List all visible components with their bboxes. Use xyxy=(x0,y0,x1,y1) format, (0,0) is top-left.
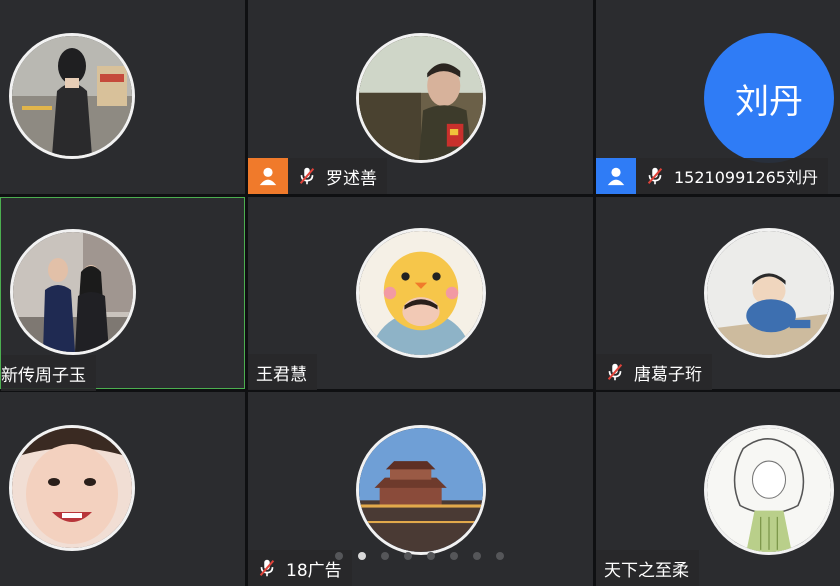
mic-muted-icon xyxy=(644,165,666,187)
participant-avatar-illustration xyxy=(704,228,834,358)
participant-name-label: 新传周子玉 xyxy=(1,355,96,391)
page-dot-7[interactable] xyxy=(473,552,481,560)
participant-text-avatar: 刘丹 xyxy=(704,33,834,163)
participant-avatar-cartoon xyxy=(356,228,486,358)
participant-name: 15210991265刘丹 xyxy=(674,168,818,187)
photo-girl-walking-icon xyxy=(12,36,132,156)
participant-tile-3[interactable]: 刘丹 15210991265刘丹 xyxy=(596,0,840,194)
participant-avatar-photo xyxy=(10,229,136,355)
participant-name-label: 天下之至柔 xyxy=(596,550,699,586)
participant-avatar-photo xyxy=(9,33,135,159)
mic-muted-icon xyxy=(256,557,278,579)
page-dot-1[interactable] xyxy=(335,552,343,560)
photo-city-gate-night-icon xyxy=(359,428,483,552)
video-grid: 罗述善 刘丹 15210991265刘丹 新传周子玉 王君慧 唐葛子珩 18广告… xyxy=(0,0,840,586)
participant-namebar: 天下之至柔 xyxy=(596,550,699,586)
mic-muted-icon xyxy=(296,165,318,187)
photo-graduation-couple-icon xyxy=(13,232,133,352)
participant-namebar: 唐葛子珩 xyxy=(596,354,712,390)
participant-tile-2[interactable]: 罗述善 xyxy=(248,0,593,194)
participant-namebar: 王君慧 xyxy=(248,354,317,390)
photo-smiling-child-icon xyxy=(12,428,132,548)
participant-tile-1[interactable] xyxy=(0,0,245,194)
participant-name-label: 唐葛子珩 xyxy=(596,354,712,390)
participant-tile-9[interactable]: 天下之至柔 xyxy=(596,392,840,586)
page-dot-5[interactable] xyxy=(427,552,435,560)
participant-name-label: 15210991265刘丹 xyxy=(636,158,828,194)
participant-name-label: 王君慧 xyxy=(248,354,317,390)
page-indicator xyxy=(335,552,504,560)
participant-tile-4[interactable]: 新传周子玉 xyxy=(0,197,245,391)
user-icon xyxy=(248,158,288,194)
participant-name: 18广告 xyxy=(286,560,342,581)
participant-name: 罗述善 xyxy=(326,168,377,189)
participant-tile-6[interactable]: 唐葛子珩 xyxy=(596,197,840,390)
participant-name: 王君慧 xyxy=(256,364,307,385)
participant-avatar-illustration xyxy=(704,425,834,555)
participant-name: 天下之至柔 xyxy=(604,560,689,581)
participant-namebar: 15210991265刘丹 xyxy=(596,158,828,194)
sketch-girl-illustration-icon xyxy=(707,428,831,552)
page-dot-6[interactable] xyxy=(450,552,458,560)
participant-name: 唐葛子珩 xyxy=(634,364,702,385)
participant-name-label: 罗述善 xyxy=(288,158,387,194)
photo-man-car-window-icon xyxy=(359,36,483,160)
illustration-boy-sitting-icon xyxy=(707,231,831,355)
cartoon-chick-hat-icon xyxy=(359,231,483,355)
page-dot-3[interactable] xyxy=(381,552,389,560)
participant-tile-7[interactable] xyxy=(0,392,245,586)
page-dot-2-current[interactable] xyxy=(358,552,366,560)
user-icon xyxy=(596,158,636,194)
page-dot-8[interactable] xyxy=(496,552,504,560)
mic-muted-icon xyxy=(604,361,626,383)
participant-namebar: 罗述善 xyxy=(248,158,387,194)
participant-avatar-photo xyxy=(356,33,486,163)
page-dot-4[interactable] xyxy=(404,552,412,560)
participant-name: 新传周子玉 xyxy=(1,365,86,386)
participant-namebar: 新传周子玉 xyxy=(1,355,96,391)
participant-avatar-photo xyxy=(9,425,135,551)
participant-avatar-photo xyxy=(356,425,486,555)
participant-tile-5[interactable]: 王君慧 xyxy=(248,197,593,390)
